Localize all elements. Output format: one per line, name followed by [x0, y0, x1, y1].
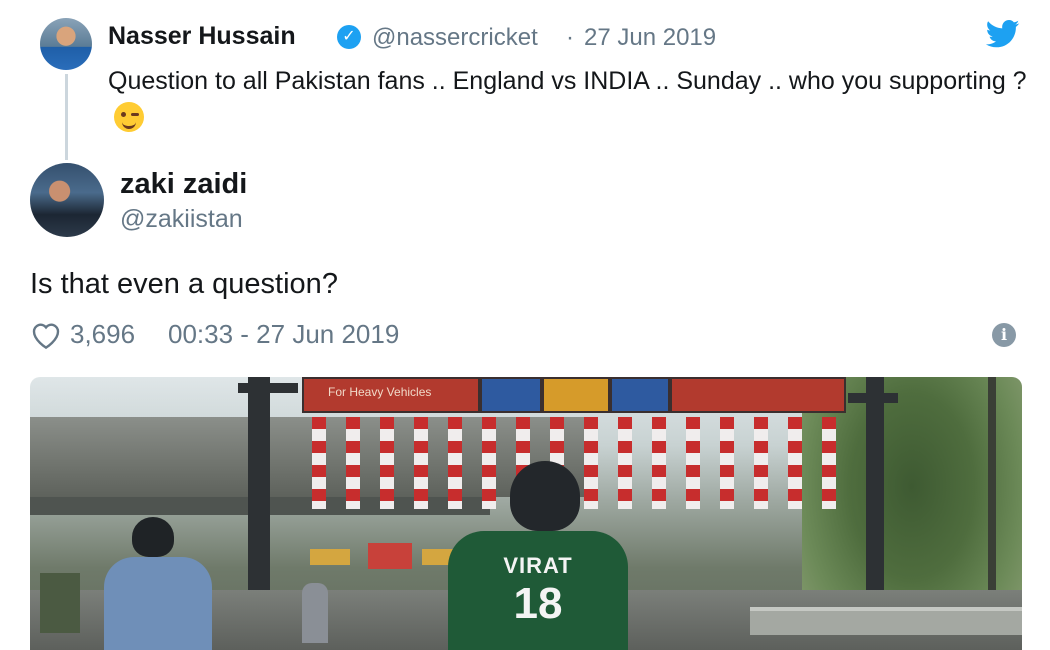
rider-blue-shirt — [96, 517, 216, 650]
reply-tweet-text: Is that even a question? — [30, 268, 338, 300]
original-tweet-text: Question to all Pakistan fans .. England… — [108, 62, 1028, 138]
thread-connector-line — [65, 74, 68, 160]
info-icon[interactable]: i — [992, 323, 1016, 347]
original-author-handle[interactable]: @nassercricket — [372, 24, 538, 52]
tweet-photo[interactable]: For Heavy Vehicles VIRAT 18 — [30, 377, 1022, 650]
rider-virat-jersey: VIRAT 18 — [448, 461, 628, 650]
meta-separator: · — [566, 24, 574, 51]
reply-author-name[interactable]: zaki zaidi — [120, 168, 247, 201]
jersey-number: 18 — [513, 579, 563, 628]
original-author-name[interactable]: Nasser Hussain — [108, 22, 296, 51]
original-tweet-date[interactable]: 27 Jun 2019 — [584, 24, 716, 52]
zaki-zaidi-avatar[interactable] — [30, 163, 104, 237]
verified-icon: ✓ — [337, 25, 361, 49]
reply-timestamp[interactable]: 00:33 - 27 Jun 2019 — [168, 319, 399, 350]
twitter-bird-icon[interactable] — [986, 20, 1020, 48]
reply-author-handle[interactable]: @zakiistan — [120, 205, 243, 234]
jersey-name: VIRAT — [503, 553, 573, 578]
like-count[interactable]: 3,696 — [70, 319, 135, 350]
nasser-hussain-avatar[interactable] — [40, 18, 92, 70]
winking-face-emoji-icon — [114, 102, 144, 132]
heart-icon[interactable] — [30, 320, 62, 350]
road-sign-board: For Heavy Vehicles — [302, 377, 480, 413]
